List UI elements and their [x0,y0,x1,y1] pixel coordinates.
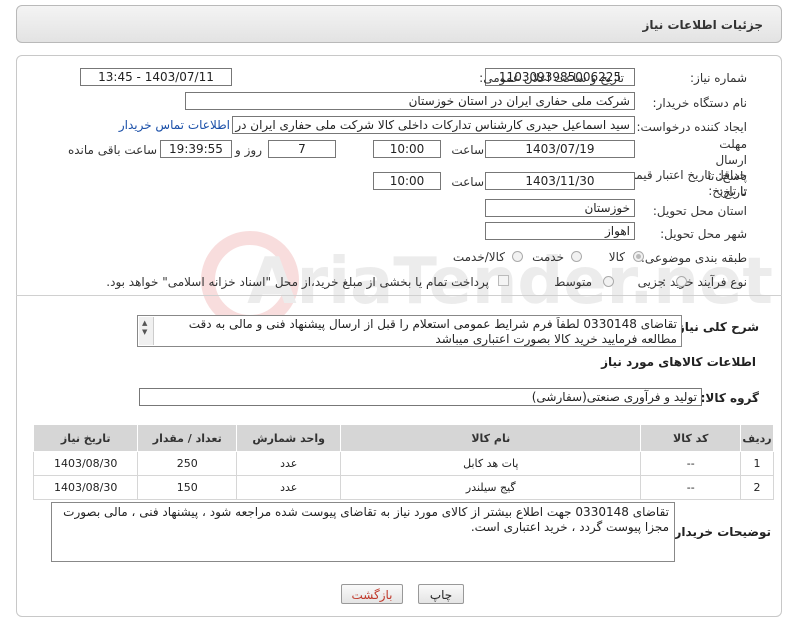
category-service-label: خدمت [532,250,564,264]
creator-label: ایجاد کننده درخواست: [636,120,747,134]
row-date: 1403/08/30 [32,475,139,500]
days-label: روز و [235,143,262,157]
goods-section-title: اطلاعات کالاهای مورد نیاز [601,355,756,369]
print-button[interactable]: چاپ [418,584,464,604]
goods-table: ردیف کد کالا نام کالا واحد شمارش تعداد /… [32,424,774,500]
category-goods-label: کالا [608,250,625,264]
page-header: جزئیات اطلاعات نیاز [16,5,782,43]
purchase-medium-radio[interactable] [603,276,614,287]
buyer-notes-textarea[interactable]: تقاضای 0330148 جهت اطلاع بیشتر از کالای … [51,502,675,562]
announce-label: تاریخ و ساعت اعلان عمومی: [479,71,624,85]
validity-time-field[interactable]: 10:00 [373,172,441,190]
row-qty: 250 [137,451,238,476]
row-name: گیج سیلندر [340,475,642,500]
summary-textarea[interactable]: تقاضای 0330148 لطفاً فرم شرایط عمومی است… [137,315,682,347]
remaining-time-field[interactable]: 19:39:55 [160,140,232,158]
summary-label: شرح کلی نیاز: [673,320,759,334]
col-date: تاریخ نیاز [32,424,139,452]
category-label: طبقه بندی موضوعی: [640,251,747,265]
category-both-label: کالا/خدمت [452,250,505,264]
goods-group-label: گروه کالا: [700,391,759,405]
deadline-time-label: ساعت [451,143,484,157]
purchase-medium-label: متوسط [554,275,592,289]
validity-time-label: ساعت [451,175,484,189]
purchase-type-label: نوع فرآیند خرید : [662,275,747,289]
col-qty: تعداد / مقدار [137,424,238,452]
city-field[interactable]: اهواز [485,222,635,240]
row-qty: 150 [137,475,238,500]
row-name: پات هد کابل [340,451,642,476]
validity-date-field[interactable]: 1403/11/30 [485,172,635,190]
purchase-minor-label: جزیی [637,275,665,289]
city-label: شهر محل تحویل: [660,227,747,241]
treasury-payment-note: پرداخت تمام یا بخشی از مبلغ خرید،از محل … [106,275,489,289]
deadline-time-field[interactable]: 10:00 [373,140,441,158]
col-name: نام کالا [340,424,642,452]
row-idx: 2 [740,475,774,500]
contact-info-link[interactable]: اطلاعات تماس خریدار [119,118,230,132]
col-idx: ردیف [740,424,774,452]
row-date: 1403/08/30 [32,451,139,476]
category-goods-radio[interactable] [633,251,644,262]
buyer-notes-text: تقاضای 0330148 جهت اطلاع بیشتر از کالای … [63,505,669,534]
creator-field[interactable]: سید اسماعیل حیدری کارشناس تدارکات داخلی … [232,116,635,134]
goods-group-field[interactable]: تولید و فرآوری صنعتی(سفارشی) [139,388,702,406]
row-unit: عدد [236,451,342,476]
scroll-up-icon[interactable]: ▲ [142,319,147,327]
col-unit: واحد شمارش [236,424,342,452]
summary-scrollbar[interactable]: ▲ ▼ [139,317,154,345]
page-title: جزئیات اطلاعات نیاز [642,18,763,32]
table-header-row: ردیف کد کالا نام کالا واحد شمارش تعداد /… [32,424,774,452]
back-button[interactable]: بازگشت [341,584,403,604]
buyer-org-label: نام دستگاه خریدار: [652,96,748,110]
row-code: -- [640,451,742,476]
remaining-label: ساعت باقی مانده [67,143,157,157]
min-validity-label: حداقل تاریخ اعتبار قیمت: تا تاریخ: [620,168,747,198]
table-row[interactable]: 2 -- گیج سیلندر عدد 150 1403/08/30 [32,475,774,500]
announce-field[interactable]: 1403/07/11 - 13:45 [80,68,232,86]
days-field[interactable]: 7 [268,140,336,158]
divider [16,295,782,296]
purchase-minor-radio[interactable] [676,276,687,287]
summary-text: تقاضای 0330148 لطفاً فرم شرایط عمومی است… [188,317,677,346]
province-label: استان محل تحویل: [652,204,747,218]
province-field[interactable]: خوزستان [485,199,635,217]
row-code: -- [640,475,742,500]
table-row[interactable]: 1 -- پات هد کابل عدد 250 1403/08/30 [32,451,774,476]
need-number-label: شماره نیاز: [690,71,747,85]
col-code: کد کالا [640,424,742,452]
scroll-down-icon[interactable]: ▼ [142,328,147,336]
buyer-org-field[interactable]: شرکت ملی حفاری ایران در استان خوزستان [185,92,635,110]
category-both-radio[interactable] [512,251,523,262]
treasury-payment-checkbox[interactable] [498,275,509,286]
row-unit: عدد [236,475,342,500]
buyer-notes-label: توضیحات خریدار: [669,525,771,539]
deadline-date-field[interactable]: 1403/07/19 [485,140,635,158]
row-idx: 1 [740,451,774,476]
category-service-radio[interactable] [571,251,582,262]
